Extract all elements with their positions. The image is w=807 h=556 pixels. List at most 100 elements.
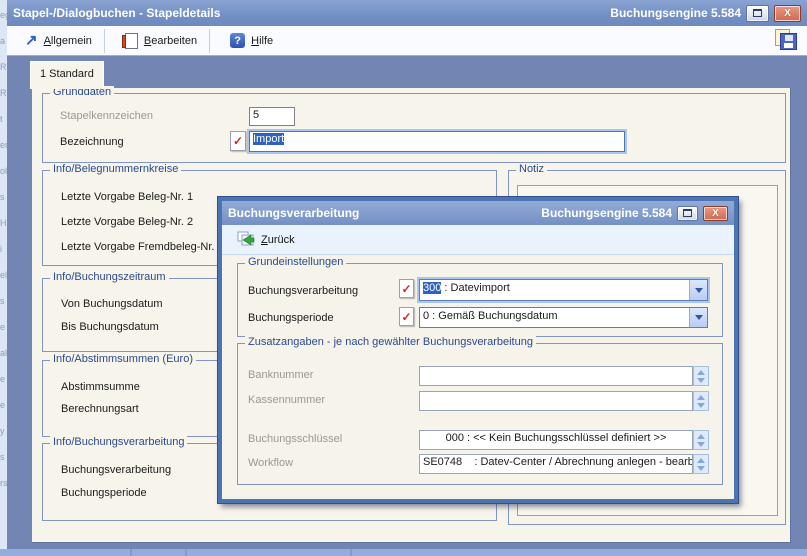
berechnungsart-label: Berechnungsart <box>61 403 139 415</box>
main-engine-label: Buchungsengine 5.584 <box>610 6 741 20</box>
dlg-buchungsperiode-label: Buchungsperiode <box>248 312 334 324</box>
dialog-restore-button[interactable] <box>677 206 698 221</box>
allgemein-label: Allgemein <box>44 35 92 47</box>
save-button[interactable] <box>773 28 799 54</box>
main-titlebar[interactable]: Stapel-/Dialogbuchen - Stapeldetails Buc… <box>7 0 807 26</box>
workflow-spinner[interactable] <box>693 454 709 474</box>
close-icon: X <box>712 208 719 219</box>
close-button[interactable]: X <box>774 5 801 22</box>
workflow-label: Workflow <box>248 457 293 469</box>
dialog-close-button[interactable]: X <box>703 206 728 221</box>
kassennummer-field[interactable] <box>419 391 693 411</box>
letzte-vorgabe-beleg-nr-2-label: Letzte Vorgabe Beleg-Nr. 2 <box>61 216 193 228</box>
bearbeiten-button[interactable]: Bearbeiten <box>115 30 207 52</box>
dlg-buchungsverarbeitung-label: Buchungsverarbeitung <box>248 285 358 297</box>
chevron-down-icon[interactable] <box>689 280 707 300</box>
dialog-content: Grundeinstellungen Buchungsverarbeitung … <box>222 255 734 499</box>
buchungsschluessel-field[interactable]: 000 : << Kein Buchungsschlüssel definier… <box>419 430 693 450</box>
bottom-edge-strip <box>0 549 807 556</box>
red-check-icon: ✓ <box>233 135 243 147</box>
main-toolbar: ↗ Allgemein Bearbeiten ? Hilfe <box>7 26 807 56</box>
chevron-down-icon[interactable] <box>689 308 707 327</box>
bottom-strip-mark <box>350 549 352 556</box>
spin-up-icon <box>697 395 705 400</box>
buchungsperiode-info-label: Buchungsperiode <box>61 487 147 499</box>
buchungsperiode-confirm-button[interactable]: ✓ <box>399 307 414 326</box>
spin-up-icon <box>697 370 705 375</box>
bezeichnung-field[interactable]: Import <box>249 131 625 152</box>
banknummer-spinner[interactable] <box>693 366 709 386</box>
spin-down-icon <box>697 403 705 408</box>
tab-standard[interactable]: 1 Standard <box>30 61 104 89</box>
bezeichnung-selected-text: Import <box>253 133 284 145</box>
arrow-up-right-icon: ↗ <box>25 33 38 48</box>
group-zusatzangaben-title: Zusatzangaben - je nach gewählter Buchun… <box>245 336 536 348</box>
bezeichnung-label: Bezeichnung <box>60 136 124 148</box>
tab-standard-label: 1 Standard <box>40 68 94 80</box>
abstimmsumme-label: Abstimmsumme <box>61 381 140 393</box>
workflow-field[interactable]: SE0748 : Datev-Center / Abrechnung anleg… <box>419 454 693 474</box>
bezeichnung-confirm-button[interactable]: ✓ <box>230 131 246 151</box>
restore-icon <box>753 9 762 17</box>
buchungsverarbeitung-info-label: Buchungsverarbeitung <box>61 464 171 476</box>
group-notiz-title: Notiz <box>516 163 547 175</box>
dialog-title: Buchungsverarbeitung <box>222 206 541 220</box>
dialog-engine-label: Buchungsengine 5.584 <box>541 206 672 220</box>
hilfe-button[interactable]: ? Hilfe <box>220 30 283 51</box>
spin-down-icon <box>697 466 705 471</box>
edit-document-icon <box>125 33 138 49</box>
screen: eg a R R t er ol s H i el s e al e e y s… <box>0 0 807 556</box>
banknummer-field[interactable] <box>419 366 693 386</box>
buchungsverarbeitung-confirm-button[interactable]: ✓ <box>399 279 414 298</box>
allgemein-button[interactable]: ↗ Allgemein <box>15 30 102 51</box>
buchungsverarbeitung-dialog: Buchungsverarbeitung Buchungsengine 5.58… <box>218 197 738 503</box>
red-check-icon: ✓ <box>401 311 411 323</box>
dialog-toolbar: Zurück <box>222 225 734 255</box>
stapelkennzeichen-label: Stapelkennzeichen <box>60 110 153 122</box>
buchungsperiode-combo-text: 0 : Gemäß Buchungsdatum <box>420 308 689 327</box>
restore-button[interactable] <box>746 5 769 22</box>
zurueck-link[interactable]: Zurück <box>261 234 295 246</box>
background-window-edge: eg a R R t er ol s H i el s e al e e y s… <box>0 0 7 556</box>
group-grundeinstellungen: Grundeinstellungen Buchungsverarbeitung … <box>237 263 723 337</box>
toolbar-separator <box>209 29 210 53</box>
combo-selected-code: 300 <box>423 282 441 294</box>
close-icon: X <box>784 8 791 19</box>
buchungsverarbeitung-combobox[interactable]: 300 : Datevimport <box>419 279 708 301</box>
group-buchungszeitraum-title: Info/Buchungszeitraum <box>50 271 169 283</box>
floppy-disk-icon <box>780 33 797 50</box>
stapelkennzeichen-field[interactable]: 5 <box>249 107 295 126</box>
kassennummer-label: Kassennummer <box>248 394 325 406</box>
buchungsverarbeitung-combo-text: 300 : Datevimport <box>420 280 689 300</box>
buchungsschluessel-label: Buchungsschlüssel <box>248 433 342 445</box>
spin-down-icon <box>697 378 705 383</box>
spin-up-icon <box>697 458 705 463</box>
group-belegnummernkreise-title: Info/Belegnummernkreise <box>50 163 181 175</box>
combo-rest-text: : Datevimport <box>441 282 509 294</box>
letzte-vorgabe-fremdbeleg-nr-label: Letzte Vorgabe Fremdbeleg-Nr. <box>61 241 214 253</box>
dialog-titlebar[interactable]: Buchungsverarbeitung Buchungsengine 5.58… <box>222 201 734 225</box>
kassennummer-spinner[interactable] <box>693 391 709 411</box>
spin-down-icon <box>697 442 705 447</box>
bottom-strip-mark <box>185 549 187 556</box>
letzte-vorgabe-beleg-nr-1-label: Letzte Vorgabe Beleg-Nr. 1 <box>61 191 193 203</box>
bis-buchungsdatum-label: Bis Buchungsdatum <box>61 321 159 333</box>
help-icon: ? <box>230 33 245 48</box>
group-grundeinstellungen-title: Grundeinstellungen <box>245 256 346 268</box>
group-grunddaten: Grunddaten Stapelkennzeichen 5 Bezeichnu… <box>42 93 786 163</box>
banknummer-label: Banknummer <box>248 369 313 381</box>
von-buchungsdatum-label: Von Buchungsdatum <box>61 298 163 310</box>
toolbar-separator <box>104 29 105 53</box>
back-icon <box>237 231 255 249</box>
buchungsschluessel-spinner[interactable] <box>693 430 709 450</box>
restore-icon <box>683 209 692 217</box>
group-abstimmsummen-title: Info/Abstimmsummen (Euro) <box>50 353 196 365</box>
red-check-icon: ✓ <box>401 283 411 295</box>
buchungsperiode-combobox[interactable]: 0 : Gemäß Buchungsdatum <box>419 307 708 328</box>
group-zusatzangaben: Zusatzangaben - je nach gewählter Buchun… <box>237 343 723 485</box>
bearbeiten-label: Bearbeiten <box>144 35 197 47</box>
group-buchungsverarbeitung-info-title: Info/Buchungsverarbeitung <box>50 436 187 448</box>
spin-up-icon <box>697 434 705 439</box>
bottom-strip-mark <box>130 549 132 556</box>
main-window-title: Stapel-/Dialogbuchen - Stapeldetails <box>7 6 610 20</box>
